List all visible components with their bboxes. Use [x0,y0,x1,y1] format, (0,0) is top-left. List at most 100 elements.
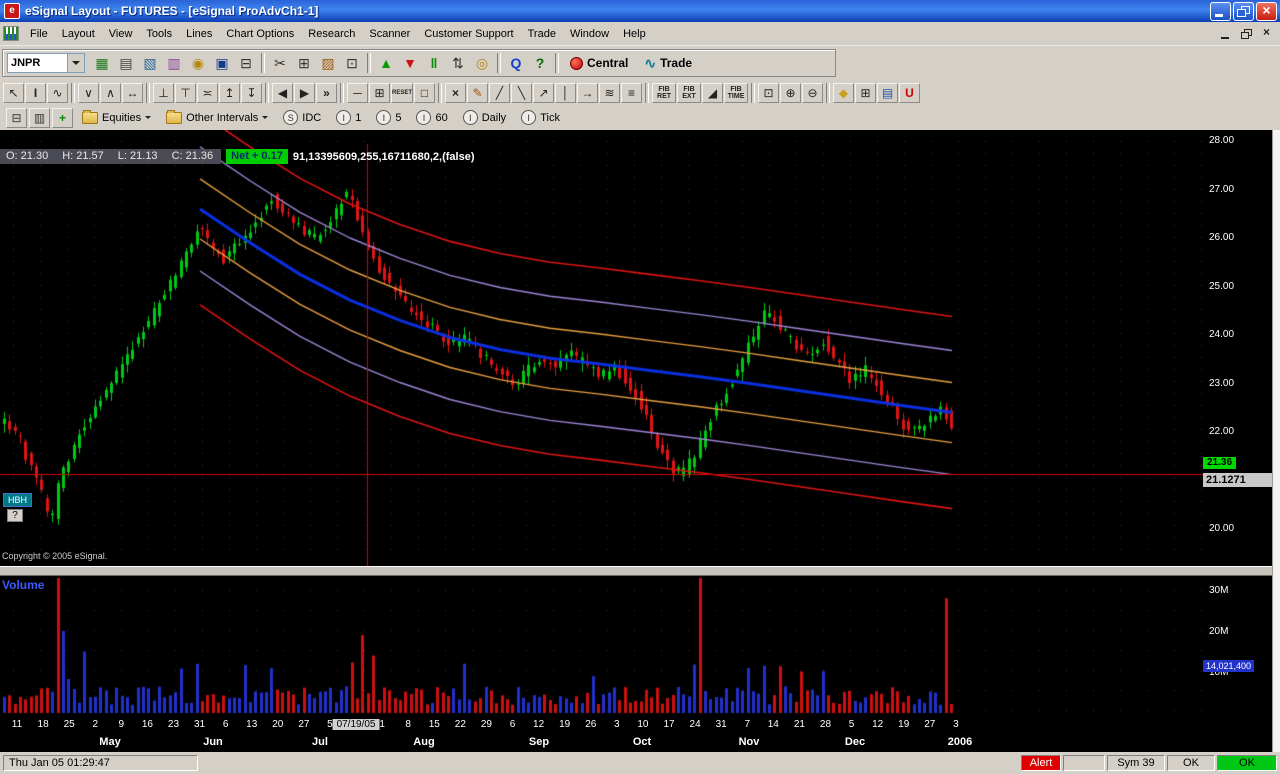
volume-bars-icon[interactable]: ‖ [423,52,445,74]
paste-icon[interactable]: ▨ [317,52,339,74]
interval-button-5[interactable]: I5 [370,108,407,128]
shift-down-icon[interactable]: ↧ [241,83,262,103]
price-chart-canvas[interactable] [0,130,1203,566]
advanced-chart-icon[interactable]: ▥ [163,52,185,74]
hbh-button[interactable]: HBH [3,493,32,507]
chart-window-icon[interactable] [3,26,19,41]
save-icon[interactable]: ▣ [211,52,233,74]
price-down-icon[interactable]: ▼ [399,52,421,74]
close-button[interactable] [1256,2,1277,21]
menu-research[interactable]: Research [301,25,362,43]
pattern-grid-icon[interactable]: ⊞ [855,83,876,103]
menu-scanner[interactable]: Scanner [362,25,417,43]
minimize-button[interactable] [1210,2,1231,21]
step-back-icon[interactable]: ◀ [272,83,293,103]
mdi-restore-button[interactable] [1237,26,1256,42]
quotes-icon[interactable]: ◉ [187,52,209,74]
price-axis[interactable]: 28.0027.0026.0025.0024.0023.0022.0020.00… [1203,130,1272,717]
fib-fan-icon[interactable]: ◢ [702,83,723,103]
grid-lines-icon[interactable]: ⊞ [369,83,390,103]
arrow-annotation-icon[interactable]: → [577,83,598,103]
delete-line-icon[interactable]: × [445,83,466,103]
properties-icon[interactable]: □ [414,83,435,103]
vertical-scrollbar[interactable] [1272,130,1280,752]
menu-window[interactable]: Window [563,25,616,43]
zoom-in-icon[interactable]: ⊕ [780,83,801,103]
underline-button[interactable]: U [899,83,920,103]
color-picker-icon[interactable]: ◆ [833,83,854,103]
go-end-icon[interactable]: » [316,83,337,103]
menu-help[interactable]: Help [616,25,653,43]
shift-up-icon[interactable]: ↥ [219,83,240,103]
copy-chart-icon[interactable]: ▥ [29,108,50,128]
equities-dropdown[interactable]: Equities [76,108,157,128]
freehand-tool-icon[interactable]: ∿ [47,83,68,103]
trade-button[interactable]: ∿ Trade [637,51,699,75]
page-setup-icon[interactable]: ▤ [115,52,137,74]
align-bottom-icon[interactable]: ⊥ [153,83,174,103]
volume-chart-canvas[interactable] [0,576,1203,717]
central-button[interactable]: Central [563,51,635,75]
interval-button-tick[interactable]: ITick [515,108,566,128]
menu-tools[interactable]: Tools [139,25,179,43]
menu-layout[interactable]: Layout [55,25,102,43]
menu-lines[interactable]: Lines [179,25,219,43]
mdi-close-button[interactable] [1257,26,1276,42]
pointer-tool-icon[interactable]: ↖ [3,83,24,103]
quote-window-icon[interactable]: ▦ [91,52,113,74]
center-line-icon[interactable]: ≍ [197,83,218,103]
text-cursor-icon[interactable]: I [25,83,46,103]
pane-separator[interactable] [0,566,1272,576]
zoom-out-icon[interactable]: ⊖ [802,83,823,103]
interval-button-1[interactable]: I1 [330,108,367,128]
menu-customer-support[interactable]: Customer Support [417,25,520,43]
print-preview-icon[interactable]: ⊡ [341,52,363,74]
symbol-combo[interactable]: JNPR [7,53,85,73]
copy-object-icon[interactable]: ⊡ [758,83,779,103]
menu-file[interactable]: File [23,25,55,43]
restore-button[interactable] [1233,2,1254,21]
pencil-tool-icon[interactable]: ✎ [467,83,488,103]
alert-badge[interactable]: Alert [1021,755,1061,771]
parallel-channel-icon[interactable]: ≋ [599,83,620,103]
align-top-icon[interactable]: ⊤ [175,83,196,103]
trendline-down-icon[interactable]: ╲ [511,83,532,103]
interval-button-60[interactable]: I60 [410,108,453,128]
mdi-minimize-button[interactable] [1217,26,1236,42]
fib-retracement-button[interactable]: FIBRET [652,83,676,103]
print-chart-icon[interactable]: ⊟ [6,108,27,128]
extend-line-icon[interactable]: ↔ [122,83,143,103]
price-up-icon[interactable]: ▲ [375,52,397,74]
trendline-up-icon[interactable]: ╱ [489,83,510,103]
snap-tool-icon[interactable]: ∨ [78,83,99,103]
ray-tool-icon[interactable]: ↗ [533,83,554,103]
menu-chart-options[interactable]: Chart Options [219,25,301,43]
idc-button[interactable]: S IDC [277,108,327,128]
quote-search-icon[interactable]: Q [505,52,527,74]
notes-icon[interactable]: ▤ [877,83,898,103]
combo-dropdown-icon[interactable] [67,54,84,72]
menu-trade[interactable]: Trade [521,25,563,43]
step-forward-icon[interactable]: ▶ [294,83,315,103]
other-intervals-dropdown[interactable]: Other Intervals [160,108,274,128]
alert-bell-icon[interactable]: ◎ [471,52,493,74]
hline-tool-icon[interactable]: ─ [347,83,368,103]
chart-help-button[interactable]: ? [7,509,23,522]
cut-icon[interactable]: ✂ [269,52,291,74]
interval-button-daily[interactable]: IDaily [457,108,512,128]
menu-view[interactable]: View [102,25,140,43]
fib-extension-button[interactable]: FIBEXT [677,83,701,103]
anchor-tool-icon[interactable]: ∧ [100,83,121,103]
symbol-lookup-icon[interactable]: ? [529,52,551,74]
print-icon[interactable]: ⊟ [235,52,257,74]
copy-icon[interactable]: ⊞ [293,52,315,74]
symbol-input[interactable]: JNPR [8,57,67,69]
sort-icon[interactable]: ⇅ [447,52,469,74]
multi-line-icon[interactable]: ≡ [621,83,642,103]
reset-button[interactable]: RESET [391,83,413,103]
add-symbol-icon[interactable]: + [52,108,73,128]
fib-time-button[interactable]: FIBTIME [724,83,748,103]
date-axis[interactable]: 111825291623316132027507/19/051815222961… [0,717,1272,734]
vline-tool-icon[interactable]: │ [555,83,576,103]
chart-image-icon[interactable]: ▧ [139,52,161,74]
